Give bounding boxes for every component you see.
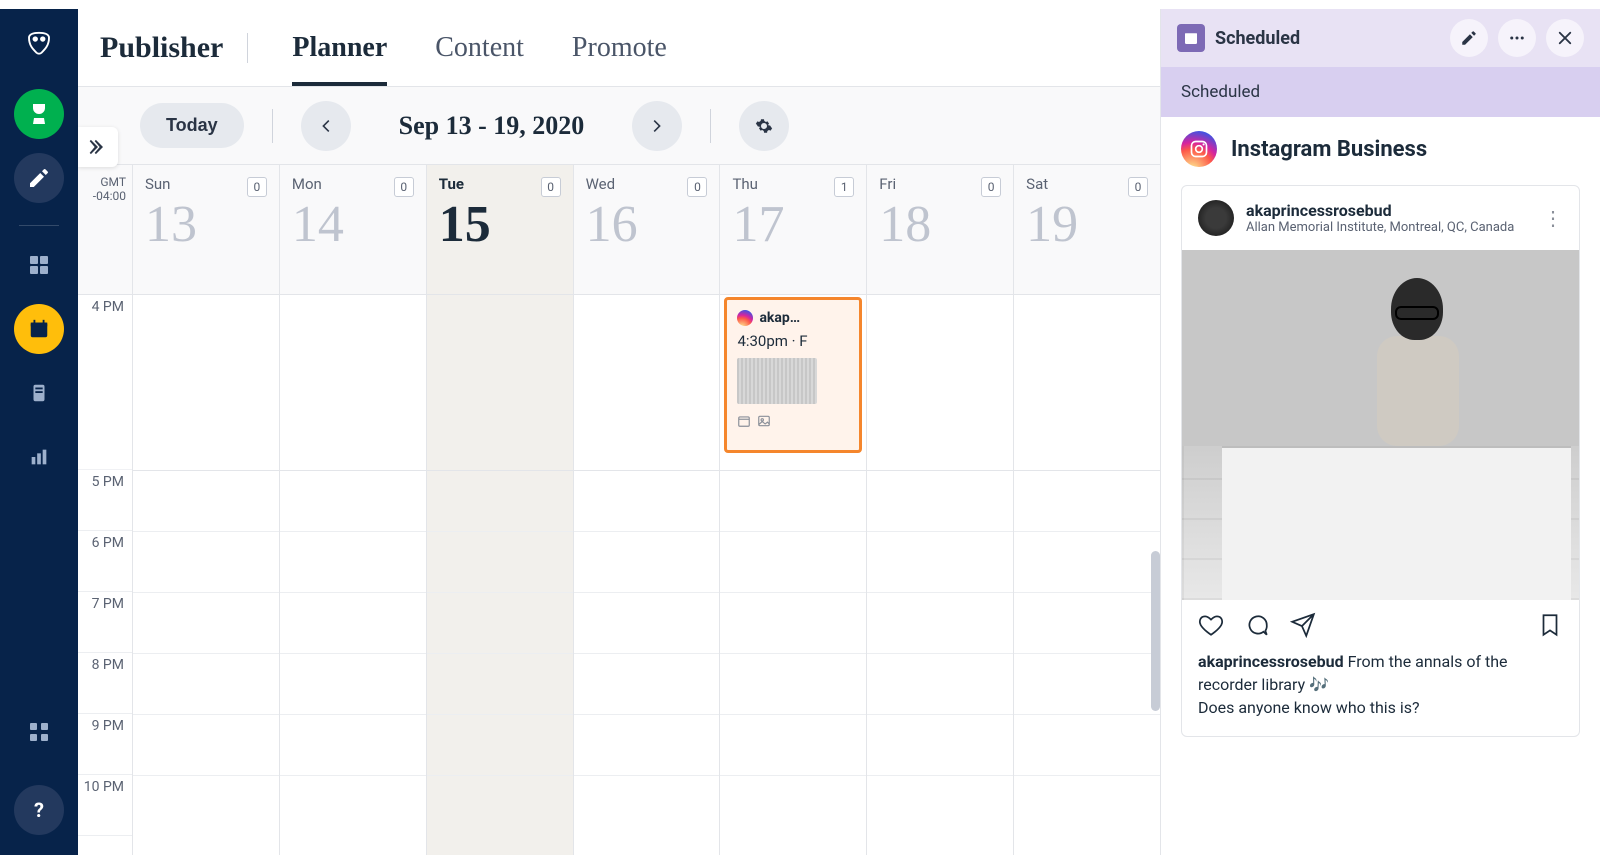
day-number: 15 <box>439 195 561 254</box>
tab-promote[interactable]: Promote <box>572 9 667 86</box>
day-number: 16 <box>586 195 708 254</box>
help-button[interactable]: ? <box>14 785 64 835</box>
day-number: 19 <box>1026 195 1148 254</box>
calendar-toolbar: Today Sep 13 - 19, 2020 <box>78 87 1160 165</box>
today-button[interactable]: Today <box>140 103 244 148</box>
instagram-icon <box>1181 131 1217 167</box>
day-count-badge: 0 <box>247 177 267 197</box>
day-count-badge: 0 <box>981 177 1001 197</box>
day-count-badge: 1 <box>834 177 854 197</box>
network-name: Instagram Business <box>1231 137 1427 162</box>
comment-icon[interactable] <box>1244 612 1270 638</box>
time-label: 5 PM <box>78 470 132 531</box>
app-title: Publisher <box>100 31 223 65</box>
streams-nav[interactable] <box>14 240 64 290</box>
time-label: 7 PM <box>78 592 132 653</box>
topbar: Publisher Planner Content Promote <box>78 9 1160 87</box>
tab-content[interactable]: Content <box>435 9 524 86</box>
day-number: 17 <box>732 195 854 254</box>
calendar-icon <box>737 414 751 428</box>
calendar-grid: GMT -04:00 4 PM 5 PM 6 PM 7 PM 8 PM 9 PM… <box>78 165 1160 855</box>
instagram-icon <box>737 310 753 326</box>
time-column: GMT -04:00 4 PM 5 PM 6 PM 7 PM 8 PM 9 PM… <box>78 165 133 855</box>
day-number: 18 <box>879 195 1001 254</box>
next-week-button[interactable] <box>632 101 682 151</box>
day-count-badge: 0 <box>541 177 561 197</box>
caption-username: akaprincessrosebud <box>1198 652 1344 671</box>
tab-planner[interactable]: Planner <box>292 9 387 86</box>
time-label: 6 PM <box>78 531 132 592</box>
event-account: akap… <box>759 310 800 326</box>
left-rail: ? <box>0 9 78 855</box>
timezone-label: GMT <box>100 175 126 189</box>
like-icon[interactable] <box>1198 612 1224 638</box>
analytics-nav[interactable] <box>14 432 64 482</box>
scheduled-event[interactable]: akap… 4:30pm · F <box>724 297 862 453</box>
caption-line2: Does anyone know who this is? <box>1198 698 1420 717</box>
avatar <box>1198 200 1234 236</box>
prev-week-button[interactable] <box>301 101 351 151</box>
day-col-wed[interactable]: Wed 16 0 <box>574 165 721 855</box>
date-range: Sep 13 - 19, 2020 <box>399 111 585 141</box>
achievements-button[interactable] <box>14 89 64 139</box>
post-image <box>1182 250 1579 600</box>
timezone-offset: -04:00 <box>93 189 126 203</box>
close-button[interactable] <box>1546 19 1584 57</box>
day-number: 14 <box>292 195 414 254</box>
time-label: 10 PM <box>78 775 132 836</box>
day-col-fri[interactable]: Fri 18 0 <box>867 165 1014 855</box>
detail-title: Scheduled <box>1215 28 1440 49</box>
more-button[interactable] <box>1498 19 1536 57</box>
day-col-tue[interactable]: Tue 15 0 <box>427 165 574 855</box>
time-label: 8 PM <box>78 653 132 714</box>
time-label: 4 PM <box>78 295 132 470</box>
app-logo <box>22 27 56 61</box>
day-count-badge: 0 <box>394 177 414 197</box>
day-col-mon[interactable]: Mon 14 0 <box>280 165 427 855</box>
calendar-icon <box>1177 24 1205 52</box>
calendar-settings-button[interactable] <box>739 101 789 151</box>
post-preview: akaprincessrosebud Allan Memorial Instit… <box>1181 185 1580 737</box>
content-nav[interactable] <box>14 368 64 418</box>
day-count-badge: 0 <box>1128 177 1148 197</box>
main-content: Publisher Planner Content Promote Today … <box>78 9 1160 855</box>
post-username: akaprincessrosebud <box>1246 201 1514 220</box>
post-more-button[interactable]: ⋮ <box>1543 206 1563 230</box>
day-col-thu[interactable]: Thu 17 1 akap… 4:30pm · F <box>720 165 867 855</box>
compose-button[interactable] <box>14 153 64 203</box>
image-icon <box>757 414 771 428</box>
detail-panel: Scheduled Scheduled Instagram Business a… <box>1160 9 1600 855</box>
calendar-scrollbar[interactable] <box>1151 551 1160 711</box>
day-number: 13 <box>145 195 267 254</box>
expand-sidebar-button[interactable] <box>78 127 118 167</box>
detail-status: Scheduled <box>1161 67 1600 117</box>
day-col-sat[interactable]: Sat 19 0 <box>1014 165 1160 855</box>
event-thumbnail <box>737 358 817 404</box>
edit-button[interactable] <box>1450 19 1488 57</box>
save-icon[interactable] <box>1537 612 1563 638</box>
time-label: 9 PM <box>78 714 132 775</box>
post-location: Allan Memorial Institute, Montreal, QC, … <box>1246 220 1514 235</box>
day-col-sun[interactable]: Sun 13 0 <box>133 165 280 855</box>
apps-nav[interactable] <box>14 707 64 757</box>
event-time: 4:30pm · F <box>737 332 849 350</box>
day-count-badge: 0 <box>687 177 707 197</box>
planner-nav[interactable] <box>14 304 64 354</box>
share-icon[interactable] <box>1290 612 1316 638</box>
